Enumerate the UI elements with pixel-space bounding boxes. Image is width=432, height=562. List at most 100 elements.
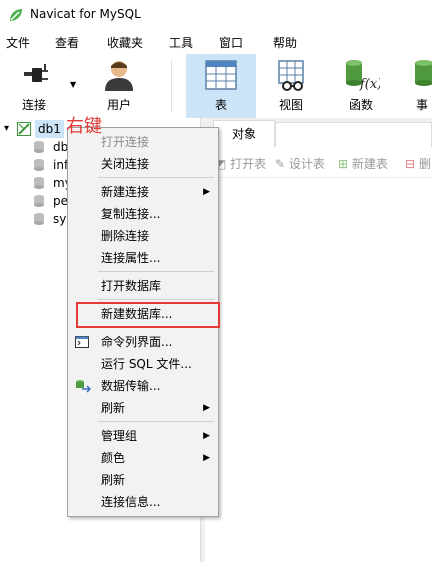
menu-item-refresh[interactable]: 刷新 — [68, 469, 218, 491]
menu-item-connection-info[interactable]: 连接信息... — [68, 491, 218, 513]
user-button[interactable]: 用户 — [88, 54, 150, 118]
menu-file[interactable]: 文件 — [6, 34, 30, 51]
function-button[interactable]: f(x) 函数 — [326, 54, 396, 118]
table-button[interactable]: 表 — [186, 54, 256, 118]
function-icon: f(x) — [346, 60, 380, 92]
submenu-arrow-icon: ▶ — [203, 453, 210, 463]
window-title: Navicat for MySQL — [30, 7, 141, 21]
tree-connection-label: db1 — [35, 120, 64, 138]
new-table-label: 新建表 — [351, 157, 388, 171]
menu-item-label: 数据传输... — [101, 379, 161, 393]
menu-item-label: 打开数据库 — [101, 279, 162, 293]
menu-item-label: 连接属性... — [101, 251, 161, 265]
menu-separator — [98, 299, 214, 300]
navicat-logo-icon — [10, 9, 22, 21]
design-table-label: 设计表 — [288, 157, 325, 171]
design-table-button[interactable]: ✎ 设计表 — [275, 155, 325, 172]
console-icon — [75, 336, 89, 348]
tree-database-label: sy — [53, 212, 67, 226]
tab-strip-area — [275, 122, 432, 148]
connect-dropdown-arrow-icon[interactable]: ▼ — [70, 80, 76, 89]
menu-item-label: 连接信息... — [101, 495, 161, 509]
menu-separator — [98, 271, 214, 272]
menu-item-data-transfer[interactable]: 数据传输... — [68, 375, 218, 397]
user-label: 用户 — [106, 98, 131, 112]
menu-item-manage-group[interactable]: 管理组 ▶ — [68, 425, 218, 447]
database-icon — [34, 177, 44, 189]
title-bar: Navicat for MySQL — [0, 0, 432, 30]
database-icon — [34, 195, 44, 207]
data-transfer-icon — [76, 380, 91, 393]
toolbar-separator — [171, 60, 172, 112]
submenu-arrow-icon: ▶ — [203, 187, 210, 197]
svg-text:f(x): f(x) — [359, 77, 380, 92]
view-label: 视图 — [278, 98, 303, 112]
menu-tools[interactable]: 工具 — [169, 34, 193, 51]
database-icon — [34, 141, 44, 153]
menu-item-label: 关闭连接 — [101, 157, 150, 171]
menu-item-label: 新建连接 — [101, 185, 150, 199]
menu-help[interactable]: 帮助 — [273, 34, 297, 51]
menu-item-label: 命令列界面... — [101, 335, 173, 349]
event-icon — [415, 60, 432, 86]
menu-bar: 文件 查看 收藏夹 工具 窗口 帮助 — [0, 30, 432, 54]
highlight-box — [76, 302, 220, 328]
open-table-label: 打开表 — [230, 157, 267, 171]
menu-item-label: 删除连接 — [101, 229, 150, 243]
tree-database-label: inf — [53, 158, 69, 172]
tab-objects[interactable]: 对象 — [213, 120, 275, 147]
delete-table-button[interactable]: ⊟ 删 — [405, 155, 431, 172]
user-icon — [105, 61, 133, 91]
menu-window[interactable]: 窗口 — [219, 34, 243, 51]
menu-item-label: 管理组 — [101, 429, 138, 443]
view-icon — [278, 60, 304, 91]
collapse-chevron-icon[interactable]: ▾ — [4, 120, 9, 138]
function-label: 函数 — [348, 98, 373, 112]
object-toolbar: ◩ 打开表 ✎ 设计表 ⊞ 新建表 ⊟ 删 — [205, 147, 432, 178]
connection-icon — [17, 122, 31, 136]
plug-icon — [24, 64, 48, 82]
menu-item-label: 刷新 — [101, 401, 126, 415]
menu-item-delete-connection[interactable]: 删除连接 — [68, 225, 218, 247]
menu-item-color[interactable]: 颜色 ▶ — [68, 447, 218, 469]
open-table-button[interactable]: ◩ 打开表 — [215, 155, 266, 172]
right-click-annotation: 右键 — [66, 116, 102, 137]
database-icon — [34, 213, 44, 225]
view-button[interactable]: 视图 — [258, 54, 324, 118]
menu-item-label: 运行 SQL 文件... — [101, 357, 192, 371]
delete-table-label: 删 — [418, 157, 431, 171]
new-table-button[interactable]: ⊞ 新建表 — [338, 155, 388, 172]
submenu-arrow-icon: ▶ — [203, 431, 210, 441]
menu-item-label: 颜色 — [101, 451, 126, 465]
main-toolbar: ▼ 连接 用户 表 视图 f(x 函数 事 — [0, 54, 432, 119]
tree-database-label: pe — [53, 194, 68, 208]
menu-item-refresh-submenu[interactable]: 刷新 ▶ — [68, 397, 218, 419]
new-table-icon: ⊞ — [338, 157, 349, 171]
menu-favorites[interactable]: 收藏夹 — [107, 34, 143, 51]
menu-item-new-connection[interactable]: 新建连接 ▶ — [68, 181, 218, 203]
menu-separator — [98, 421, 214, 422]
database-icon — [34, 159, 44, 171]
delete-table-icon: ⊟ — [405, 157, 416, 171]
menu-item-label: 刷新 — [101, 473, 126, 487]
menu-item-copy-connection[interactable]: 复制连接... — [68, 203, 218, 225]
menu-item-close-connection[interactable]: 关闭连接 — [68, 153, 218, 175]
menu-item-open-database[interactable]: 打开数据库 — [68, 275, 218, 297]
submenu-arrow-icon: ▶ — [203, 403, 210, 413]
menu-item-run-sql-file[interactable]: 运行 SQL 文件... — [68, 353, 218, 375]
connect-label: 连接 — [21, 98, 46, 112]
event-button[interactable]: 事 — [398, 54, 432, 118]
menu-item-command-line[interactable]: 命令列界面... — [68, 331, 218, 353]
connect-button[interactable]: ▼ 连接 — [8, 54, 78, 118]
table-label: 表 — [214, 98, 227, 112]
menu-item-label: 复制连接... — [101, 207, 161, 221]
design-table-icon: ✎ — [275, 157, 286, 171]
table-icon — [205, 60, 237, 90]
menu-view[interactable]: 查看 — [55, 34, 79, 51]
menu-item-label: 打开连接 — [101, 135, 150, 149]
menu-item-connection-properties[interactable]: 连接属性... — [68, 247, 218, 269]
menu-separator — [98, 177, 214, 178]
tree-database-label: db — [53, 140, 69, 154]
tab-bar: 对象 — [205, 118, 432, 148]
event-label: 事 — [416, 98, 429, 112]
